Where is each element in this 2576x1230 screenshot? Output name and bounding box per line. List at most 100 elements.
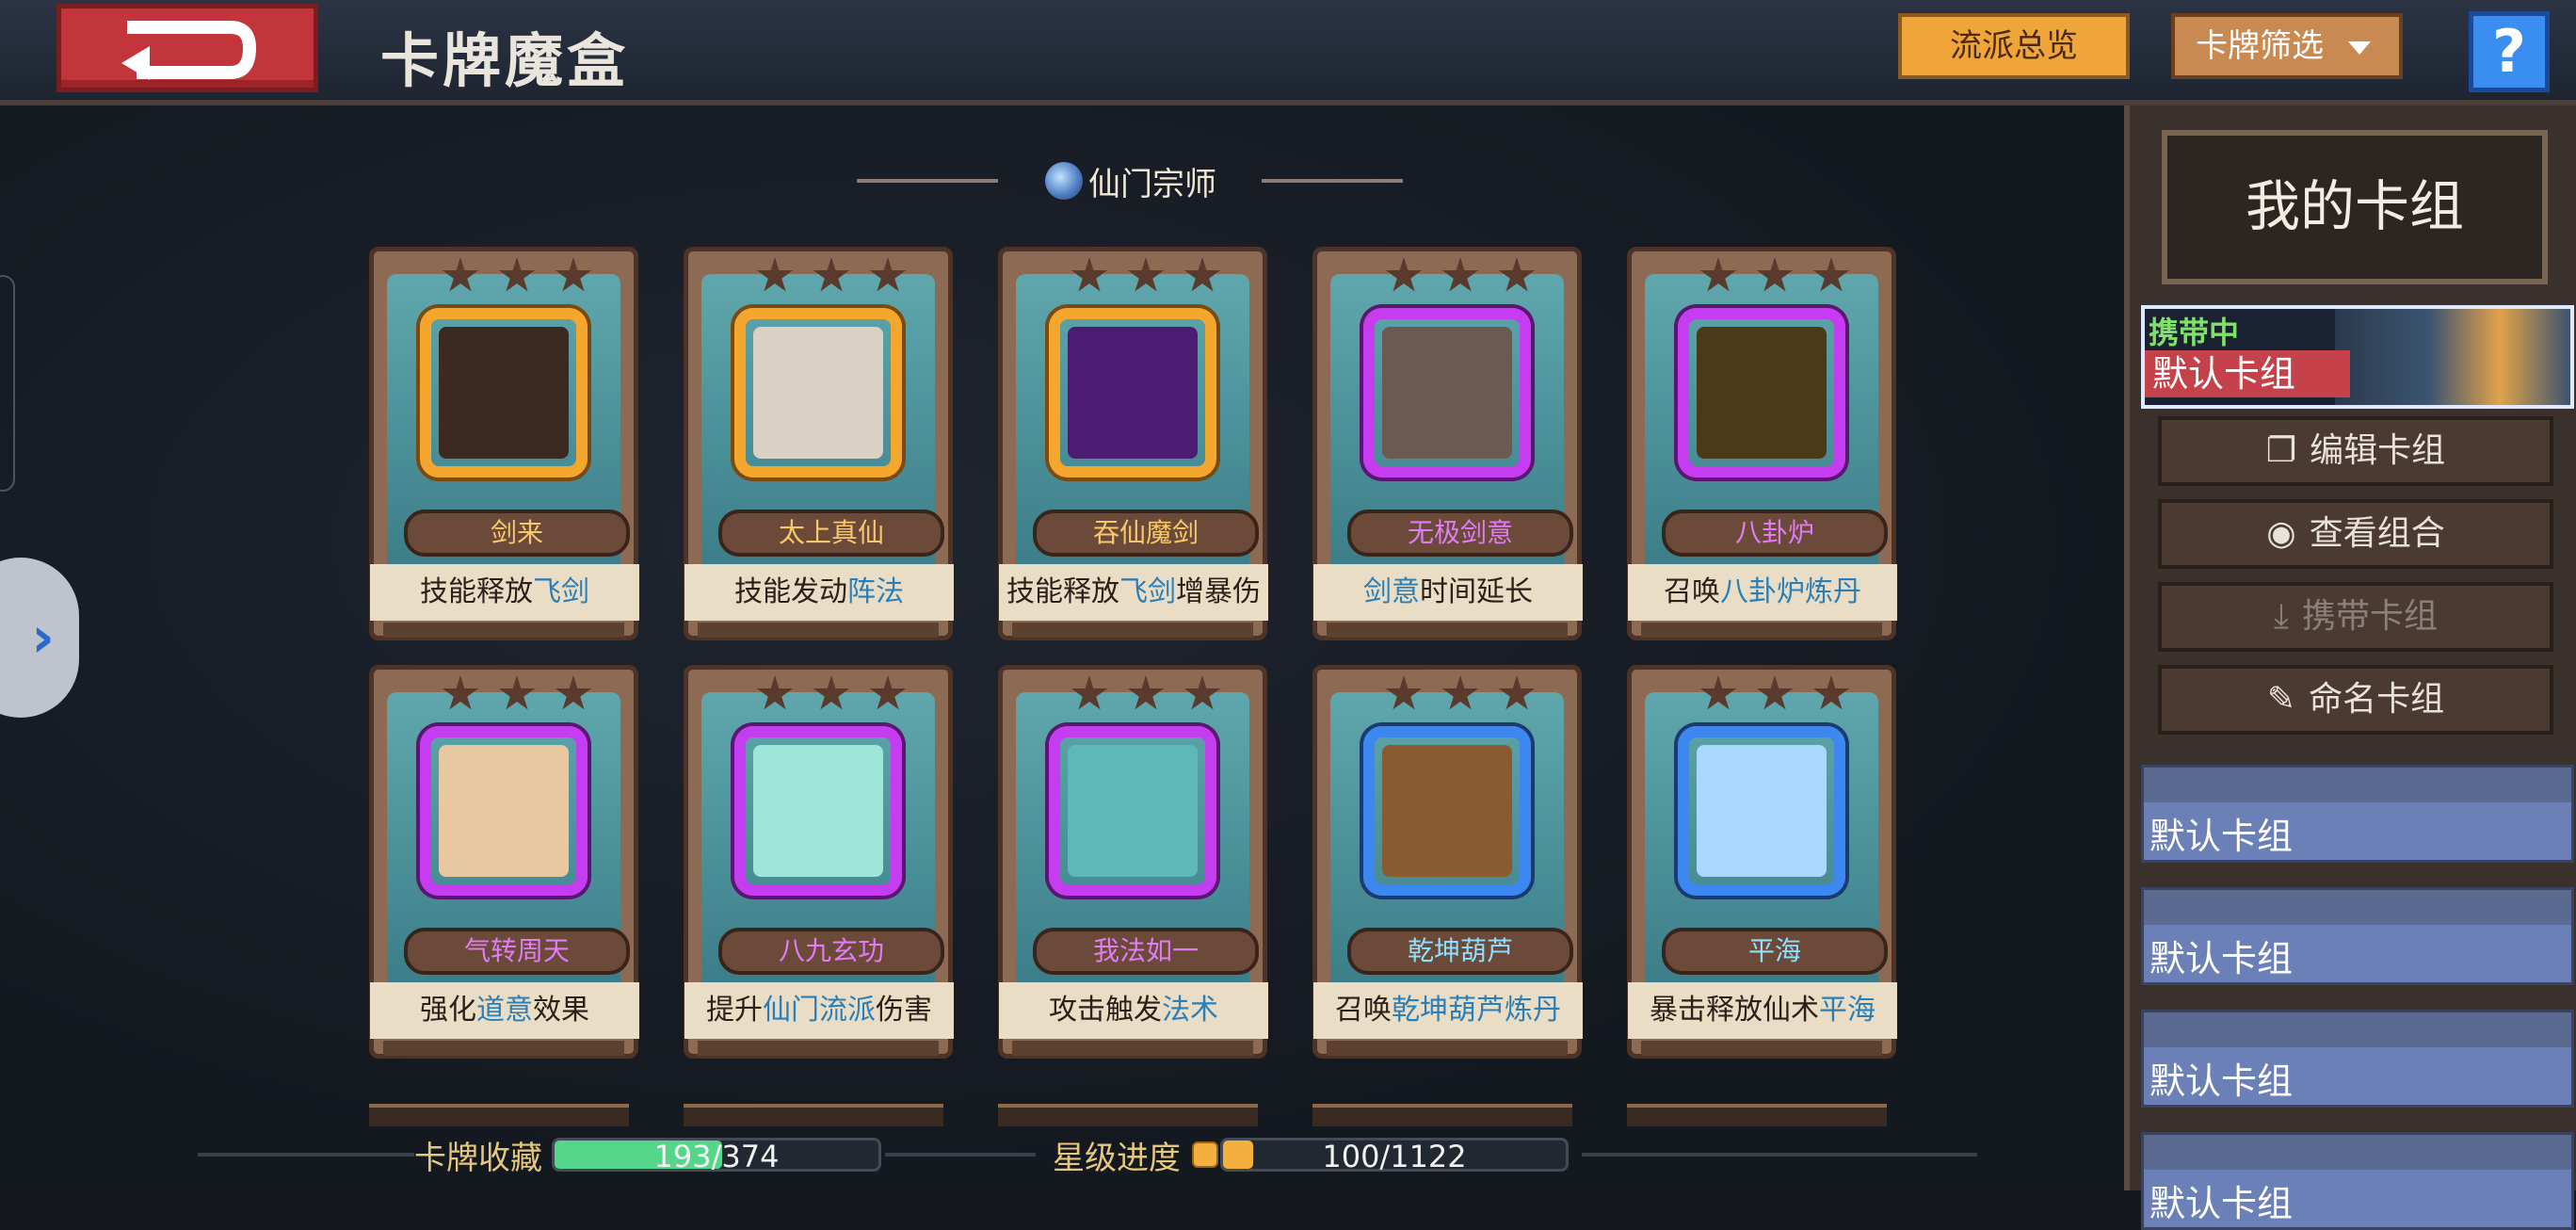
collection-label: 卡牌收藏 bbox=[414, 1140, 542, 1177]
download-icon: ⤓ bbox=[2274, 597, 2289, 636]
card-background: 乾坤葫芦 bbox=[1330, 675, 1573, 1003]
star-icon bbox=[498, 257, 536, 292]
star-icon bbox=[1183, 257, 1221, 292]
deck-slot-name: 默认卡组 bbox=[2149, 938, 2294, 979]
card-desc-text: 攻击触发 bbox=[1049, 994, 1162, 1027]
star-coin-icon bbox=[1192, 1141, 1218, 1168]
card[interactable]: 我法如一 攻击触发法术 bbox=[998, 665, 1268, 1059]
card-art bbox=[1697, 745, 1827, 877]
card-base bbox=[698, 1041, 939, 1056]
card-name: 八卦炉 bbox=[1662, 510, 1888, 557]
card-desc-highlight: 乾坤葫芦炼丹 bbox=[1392, 994, 1561, 1027]
card-art-frame bbox=[1363, 726, 1531, 896]
deck-slot[interactable]: 默认卡组 bbox=[2141, 765, 2574, 863]
my-deck-panel: 我的卡组 携带中 默认卡组 ❐ 编辑卡组 ◉ 查看组合 ⤓ 携带卡组 ✎ 命名卡组 默认卡组默… bbox=[2124, 105, 2576, 1230]
star-icon bbox=[1756, 257, 1794, 292]
card[interactable]: 太上真仙 技能发动阵法 bbox=[684, 247, 954, 640]
card-description: 提升仙门流派伤害 bbox=[684, 982, 954, 1039]
deck-action-button[interactable]: ❐ 编辑卡组 bbox=[2158, 416, 2553, 486]
card-desc-highlight: 八卦炉炼丹 bbox=[1720, 575, 1861, 608]
card-name: 八九玄功 bbox=[718, 928, 944, 975]
card-name: 吞仙魔剑 bbox=[1033, 510, 1259, 557]
card-description: 剑意时间延长 bbox=[1313, 564, 1583, 621]
card-background: 气转周天 bbox=[387, 675, 630, 1003]
card-art-frame bbox=[1363, 308, 1531, 477]
deck-action-button[interactable]: ◉ 查看组合 bbox=[2158, 499, 2553, 569]
divider-left bbox=[857, 179, 998, 183]
card-stars bbox=[756, 257, 907, 295]
card[interactable]: 平海 暴击释放仙术平海 bbox=[1627, 665, 1897, 1059]
card-desc-highlight: 法术 bbox=[1162, 994, 1218, 1027]
back-button[interactable] bbox=[56, 4, 318, 92]
card-base bbox=[383, 623, 624, 638]
top-bar: 卡牌魔盒 流派总览 卡牌筛选 ? bbox=[0, 0, 2576, 105]
card-background: 无极剑意 bbox=[1330, 257, 1573, 585]
card[interactable]: 八九玄功 提升仙门流派伤害 bbox=[684, 665, 954, 1059]
expand-left-button[interactable]: › bbox=[0, 558, 79, 718]
active-deck-name: 默认卡组 bbox=[2145, 350, 2350, 397]
card-name: 气转周天 bbox=[404, 928, 630, 975]
card-desc-text: 召唤 bbox=[1335, 994, 1392, 1027]
card-desc-highlight: 飞剑 bbox=[1119, 575, 1176, 608]
card-background: 八九玄功 bbox=[701, 675, 944, 1003]
star-icon bbox=[498, 675, 536, 710]
card-filter-label: 卡牌筛选 bbox=[2196, 27, 2324, 65]
card-art bbox=[439, 745, 569, 877]
star-progress-bar: 100/1122 bbox=[1220, 1138, 1569, 1174]
card-base bbox=[1327, 1041, 1568, 1056]
help-button[interactable]: ? bbox=[2469, 11, 2550, 92]
card-description: 技能释放飞剑增暴伤 bbox=[999, 564, 1268, 621]
card-base bbox=[1641, 1041, 1882, 1056]
star-icon bbox=[1498, 675, 1536, 710]
card-description: 召唤乾坤葫芦炼丹 bbox=[1313, 982, 1583, 1039]
back-arrow-icon bbox=[121, 21, 257, 80]
card-desc-text: 技能释放 bbox=[420, 575, 533, 608]
deck-action-button[interactable]: ✎ 命名卡组 bbox=[2158, 665, 2553, 735]
card-stars bbox=[756, 675, 907, 713]
divider-right bbox=[1262, 179, 1403, 183]
card-desc-tail: 增暴伤 bbox=[1176, 575, 1261, 608]
card-desc-tail: 效果 bbox=[533, 994, 589, 1027]
card-base bbox=[383, 1041, 624, 1056]
card-stars bbox=[1385, 675, 1536, 713]
genre-overview-button[interactable]: 流派总览 bbox=[1898, 13, 2130, 79]
collection-progress-text: 193/374 bbox=[653, 1139, 780, 1174]
star-icon bbox=[1385, 257, 1423, 292]
star-icon bbox=[869, 675, 907, 710]
card[interactable]: 八卦炉 召唤八卦炉炼丹 bbox=[1627, 247, 1897, 640]
card-background: 平海 bbox=[1645, 675, 1888, 1003]
side-tab[interactable] bbox=[0, 275, 15, 492]
chevron-right-icon: › bbox=[31, 605, 55, 671]
card-background: 吞仙魔剑 bbox=[1016, 257, 1259, 585]
card[interactable]: 乾坤葫芦 召唤乾坤葫芦炼丹 bbox=[1312, 665, 1583, 1059]
card-desc-highlight: 平海 bbox=[1819, 994, 1876, 1027]
card-desc-text: 技能发动 bbox=[734, 575, 847, 608]
card[interactable]: 剑来 技能释放飞剑 bbox=[369, 247, 639, 640]
card-art-frame bbox=[420, 726, 588, 896]
deck-slot[interactable]: 默认卡组 bbox=[2141, 1132, 2574, 1230]
card-background: 八卦炉 bbox=[1645, 257, 1888, 585]
card[interactable]: 无极剑意 剑意时间延长 bbox=[1312, 247, 1583, 640]
card[interactable]: 气转周天 强化道意效果 bbox=[369, 665, 639, 1059]
card[interactable]: 吞仙魔剑 技能释放飞剑增暴伤 bbox=[998, 247, 1268, 640]
card-name: 乾坤葫芦 bbox=[1347, 928, 1573, 975]
card-stars bbox=[1385, 257, 1536, 295]
star-progress-text: 100/1122 bbox=[1322, 1139, 1467, 1174]
card-art-frame bbox=[734, 308, 902, 477]
card-filter-dropdown[interactable]: 卡牌筛选 bbox=[2171, 13, 2403, 79]
card-desc-text: 技能释放 bbox=[1006, 575, 1119, 608]
deck-action-button[interactable]: ⤓ 携带卡组 bbox=[2158, 582, 2553, 652]
active-deck[interactable]: 携带中 默认卡组 bbox=[2141, 305, 2574, 409]
card-board: › 仙门宗师 剑来 技能释放飞剑 太上真仙 技能发动阵法 吞仙魔剑 技能释放飞剑… bbox=[0, 105, 2124, 1190]
card-name: 我法如一 bbox=[1033, 928, 1259, 975]
card-background: 我法如一 bbox=[1016, 675, 1259, 1003]
deck-slot[interactable]: 默认卡组 bbox=[2141, 1010, 2574, 1108]
dropdown-arrow-icon bbox=[2348, 41, 2371, 55]
card-art-frame bbox=[1049, 726, 1216, 896]
deck-slot[interactable]: 默认卡组 bbox=[2141, 887, 2574, 985]
deck-slot-name: 默认卡组 bbox=[2149, 816, 2294, 857]
card-stars bbox=[442, 257, 592, 295]
footer-divider bbox=[885, 1153, 1036, 1157]
star-icon bbox=[1498, 257, 1536, 292]
star-icon bbox=[1699, 257, 1737, 292]
